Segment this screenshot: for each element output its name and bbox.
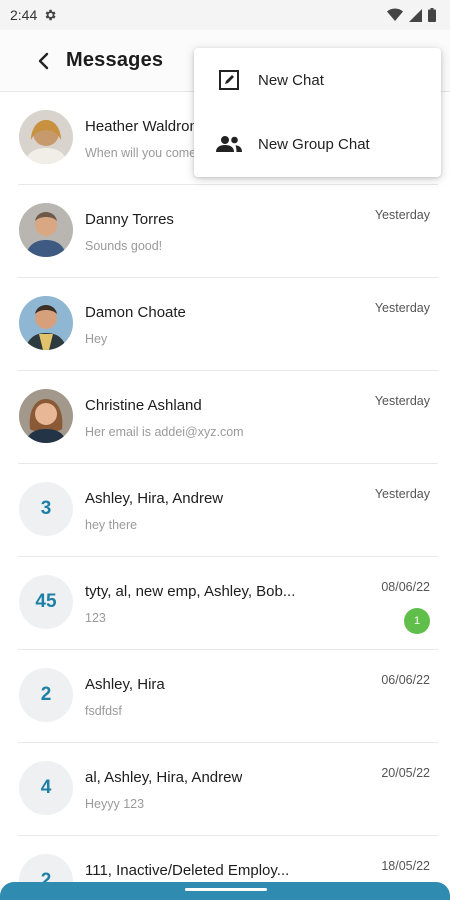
group-icon	[216, 131, 242, 157]
group-count-avatar: 2	[19, 668, 73, 722]
battery-icon	[428, 8, 436, 22]
new-chat-menu: New Chat New Group Chat	[194, 48, 441, 177]
edit-square-icon	[216, 67, 242, 93]
avatar	[19, 389, 73, 443]
conversation-row[interactable]: 45 tyty, al, new emp, Ashley, Bob... 123…	[18, 557, 438, 650]
conversation-preview: Her email is addei@xyz.com	[85, 425, 244, 439]
conversation-row[interactable]: Danny Torres Sounds good! Yesterday	[18, 185, 438, 278]
wifi-icon	[387, 8, 403, 22]
group-count-avatar: 3	[19, 482, 73, 536]
conversation-name: al, Ashley, Hira, Andrew	[85, 769, 243, 786]
conversation-row[interactable]: 4 al, Ashley, Hira, Andrew Heyyy 123 20/…	[18, 743, 438, 836]
group-count-avatar: 4	[19, 761, 73, 815]
conversation-date: 20/05/22	[381, 766, 430, 780]
conversation-name: Danny Torres	[85, 211, 174, 228]
conversation-date: Yesterday	[374, 487, 430, 501]
gesture-nav-handle[interactable]	[185, 888, 267, 891]
status-time: 2:44	[10, 7, 38, 23]
conversation-name: Ashley, Hira	[85, 676, 165, 693]
conversation-preview: hey there	[85, 518, 138, 532]
conversation-name: Ashley, Hira, Andrew	[85, 490, 224, 507]
conversation-row[interactable]: Christine Ashland Her email is addei@xyz…	[18, 371, 438, 464]
conversation-list: Heather Waldron When will you come Danny…	[0, 92, 450, 900]
group-count-avatar: 45	[19, 575, 73, 629]
conversation-date: Yesterday	[374, 394, 430, 408]
menu-item-label: New Group Chat	[258, 135, 370, 153]
conversation-preview: 123	[85, 611, 106, 625]
unread-badge: 1	[404, 608, 430, 634]
menu-item-label: New Chat	[258, 71, 324, 89]
avatar	[19, 296, 73, 350]
conversation-name: Damon Choate	[85, 304, 186, 321]
conversation-preview: When will you come	[85, 146, 197, 160]
avatar	[19, 110, 73, 164]
conversation-name: 111, Inactive/Deleted Employ...	[85, 862, 290, 879]
page-title: Messages	[66, 49, 164, 71]
conversation-date: 18/05/22	[381, 859, 430, 873]
conversation-row[interactable]: 2 Ashley, Hira fsdfdsf 06/06/22	[18, 650, 438, 743]
conversation-date: 06/06/22	[381, 673, 430, 687]
conversation-date: Yesterday	[374, 208, 430, 222]
conversation-preview: Sounds good!	[85, 239, 163, 253]
back-arrow-icon[interactable]	[36, 49, 56, 73]
conversation-preview: fsdfdsf	[85, 704, 122, 718]
conversation-name: tyty, al, new emp, Ashley, Bob...	[85, 583, 296, 600]
avatar	[19, 203, 73, 257]
gear-icon	[43, 8, 57, 22]
status-bar: 2:44	[0, 0, 450, 30]
conversation-row[interactable]: 3 Ashley, Hira, Andrew hey there Yesterd…	[18, 464, 438, 557]
bottom-bar	[0, 882, 450, 900]
conversation-row[interactable]: Damon Choate Hey Yesterday	[18, 278, 438, 371]
menu-item-new-chat[interactable]: New Chat	[194, 48, 441, 112]
conversation-preview: Heyyy 123	[85, 797, 145, 811]
signal-icon	[409, 8, 422, 22]
menu-item-new-group-chat[interactable]: New Group Chat	[194, 112, 441, 176]
conversation-preview: Hey	[85, 332, 108, 346]
conversation-name: Heather Waldron	[85, 118, 198, 135]
conversation-name: Christine Ashland	[85, 397, 202, 414]
conversation-date: 08/06/22	[381, 580, 430, 594]
conversation-date: Yesterday	[374, 301, 430, 315]
